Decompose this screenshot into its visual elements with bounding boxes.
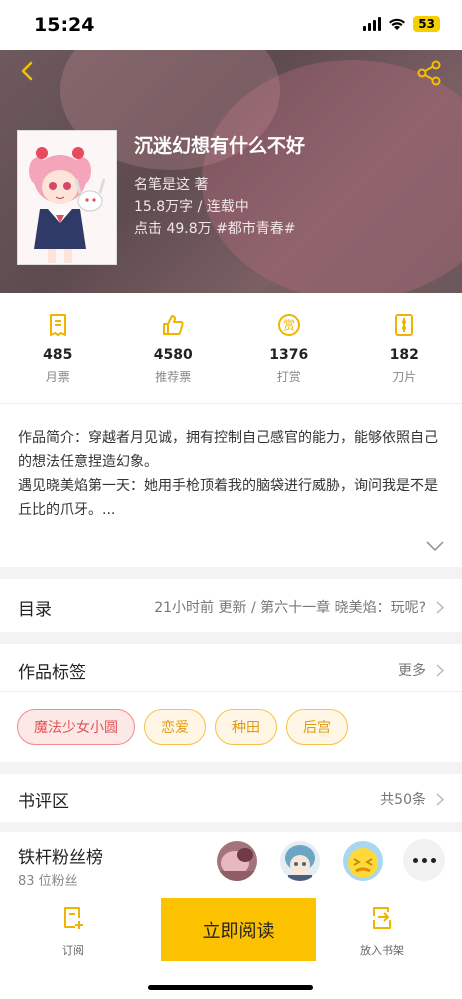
chevron-down-icon[interactable]: [426, 541, 444, 551]
tag-list: 魔法少女小圆 恋爱 种田 后宫: [17, 709, 348, 745]
stats-row: 485 月票 4580 推荐票 赏 1376 打赏 182 刀片: [0, 293, 462, 403]
thumbs-up-icon: [163, 315, 184, 335]
status-bar: 15:24 53: [0, 0, 462, 50]
bottom-action-bar: 订阅 立即阅读 放入书架: [0, 898, 462, 999]
more-options-button[interactable]: [403, 839, 445, 881]
stat-value: 485: [43, 347, 73, 363]
tag-chip[interactable]: 恋爱: [144, 709, 206, 745]
share-icon[interactable]: [416, 60, 442, 86]
tags-title: 作品标签: [18, 663, 86, 683]
intro-paragraph: 作品简介：穿越者月见诚，拥有控制自己感官的能力，能够依照自己的想法任意捏造幻象。: [18, 430, 438, 470]
back-icon[interactable]: [16, 60, 38, 82]
wifi-icon: [389, 18, 406, 30]
chevron-right-icon: [436, 600, 444, 614]
stat-monthly-ticket[interactable]: 485 月票: [0, 293, 116, 403]
subscribe-icon: [64, 907, 83, 929]
add-to-shelf-button[interactable]: 放入书架: [360, 906, 404, 958]
intro-paragraph: 遇见晓美焰第一天：她用手枪顶着我的脑袋进行威胁，询问我是不是丘比的爪牙。...: [18, 478, 438, 518]
stat-label: 推荐票: [155, 370, 192, 384]
stat-reward[interactable]: 赏 1376 打赏: [231, 293, 347, 403]
reviews-row[interactable]: 书评区 共50条: [0, 774, 462, 822]
status-icons: 53: [363, 16, 440, 32]
tag-chip[interactable]: 种田: [215, 709, 277, 745]
book-cover[interactable]: [17, 130, 117, 265]
blade-icon: [395, 314, 414, 336]
subscribe-button[interactable]: 订阅: [62, 906, 84, 958]
stat-label: 打赏: [276, 370, 301, 384]
reviews-count: 共50条: [380, 792, 426, 808]
chevron-right-icon: [436, 792, 444, 806]
cover-illustration: [18, 131, 116, 264]
add-to-shelf-label: 放入书架: [360, 944, 404, 957]
tags-more-button[interactable]: 更多: [398, 660, 444, 680]
battery-icon: 53: [413, 16, 440, 32]
reviews-title: 书评区: [18, 792, 69, 812]
subscribe-label: 订阅: [62, 944, 84, 957]
book-title: 沉迷幻想有什么不好: [134, 135, 306, 157]
book-clicks-category: 点击 49.8万 #都市青春#: [134, 221, 296, 237]
avatar[interactable]: [280, 841, 320, 881]
stat-blade[interactable]: 182 刀片: [347, 293, 462, 403]
catalog-row[interactable]: 目录 21小时前 更新 / 第六十一章 晓美焰：玩呢?: [0, 579, 462, 632]
signal-icon: [363, 17, 382, 31]
status-time: 15:24: [34, 14, 95, 36]
book-intro[interactable]: 作品简介：穿越者月见诚，拥有控制自己感官的能力，能够依照自己的想法任意捏造幻象。…: [0, 404, 462, 567]
stat-recommend-ticket[interactable]: 4580 推荐票: [116, 293, 232, 403]
stat-label: 月票: [45, 370, 70, 384]
avatar[interactable]: [343, 841, 383, 881]
fans-title: 铁杆粉丝榜: [18, 848, 103, 868]
chevron-right-icon: [436, 663, 444, 677]
stat-value: 1376: [269, 347, 309, 363]
book-word-count-status: 15.8万字 / 连载中: [134, 199, 249, 215]
add-to-shelf-icon: [373, 907, 391, 929]
catalog-latest-chapter: 21小时前 更新 / 第六十一章 晓美焰：玩呢?: [154, 600, 426, 616]
stat-value: 182: [389, 347, 419, 363]
fans-count: 83 位粉丝: [18, 874, 78, 889]
divider: [0, 691, 462, 692]
stat-label: 刀片: [392, 370, 417, 384]
svg-text:赏: 赏: [283, 319, 295, 333]
reward-icon: 赏: [277, 314, 300, 336]
home-indicator: [148, 985, 313, 990]
read-now-button[interactable]: 立即阅读: [161, 898, 316, 961]
book-author[interactable]: 名笔是这 著: [134, 174, 208, 194]
tag-chip[interactable]: 后宫: [286, 709, 348, 745]
fan-avatars: [217, 841, 383, 881]
catalog-title: 目录: [18, 600, 52, 620]
avatar[interactable]: [217, 841, 257, 881]
tags-more-label: 更多: [398, 663, 426, 679]
tag-chip[interactable]: 魔法少女小圆: [17, 709, 135, 745]
monthly-ticket-icon: [49, 314, 66, 336]
stat-value: 4580: [153, 347, 193, 363]
